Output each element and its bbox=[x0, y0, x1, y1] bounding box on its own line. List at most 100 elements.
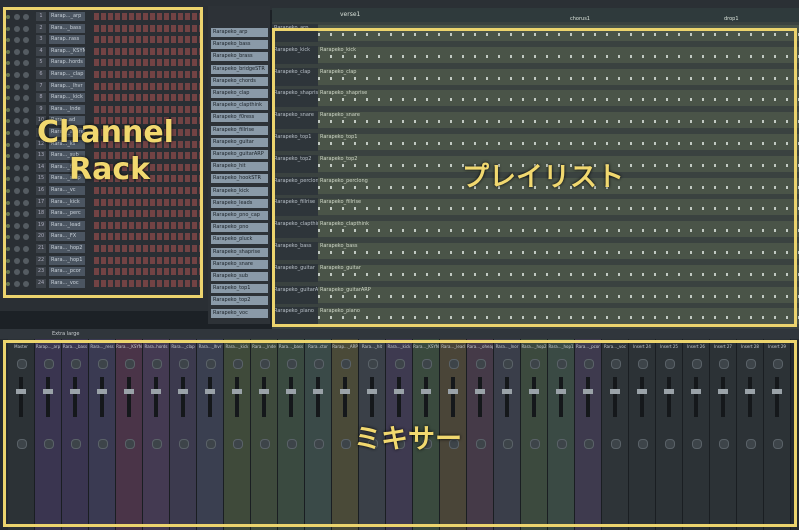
stereo-knob[interactable] bbox=[746, 439, 756, 449]
pan-knob[interactable] bbox=[14, 106, 20, 113]
pattern-item[interactable]: Rarapeko_clapthink bbox=[211, 101, 268, 111]
step-sequencer[interactable] bbox=[94, 210, 202, 218]
channel-number[interactable]: 2 bbox=[36, 23, 46, 33]
channel-number[interactable]: 24 bbox=[36, 278, 46, 288]
mixer-strip-label[interactable]: Rara..._lead bbox=[440, 344, 466, 349]
volume-knob[interactable] bbox=[23, 130, 29, 136]
volume-fader[interactable] bbox=[127, 377, 131, 417]
channel-name-button[interactable]: Rarap..hords bbox=[49, 58, 85, 68]
mixer-strip-label[interactable]: Rara..._bass bbox=[278, 344, 304, 349]
pan-knob[interactable] bbox=[14, 25, 20, 32]
pan-knob[interactable] bbox=[557, 359, 567, 369]
track-label[interactable]: Rarapeko_shaprise bbox=[272, 89, 318, 108]
step-sequencer[interactable] bbox=[94, 279, 202, 287]
fader-handle[interactable] bbox=[340, 389, 350, 394]
volume-knob[interactable] bbox=[23, 211, 29, 218]
channel-number[interactable]: 5 bbox=[36, 58, 46, 68]
mixer-strip-label[interactable]: Rara..._bass bbox=[62, 344, 88, 349]
fader-handle[interactable] bbox=[691, 389, 701, 394]
channel-name-button[interactable]: Rara..._voc bbox=[49, 278, 85, 288]
stereo-knob[interactable] bbox=[584, 439, 594, 449]
mixer-strip[interactable]: Rara..._oheap bbox=[467, 339, 494, 530]
mixer-size-label[interactable]: Extra large bbox=[52, 331, 79, 337]
pan-knob[interactable] bbox=[233, 359, 243, 369]
mixer-strip-label[interactable]: Rara..._KSYN bbox=[116, 344, 142, 349]
channel-name-button[interactable]: Rarap..rass bbox=[49, 35, 85, 45]
mixer-strip[interactable]: Rara..._lhvr bbox=[197, 339, 224, 530]
channel-row[interactable]: 23 Rara..._pcor bbox=[4, 267, 204, 277]
mixer-strip-label[interactable]: Rara..hords bbox=[143, 344, 169, 349]
pan-knob[interactable] bbox=[14, 14, 20, 20]
mixer-strip[interactable]: Insert 25 bbox=[656, 339, 683, 530]
mixer-strip-label[interactable]: Rara..._ress bbox=[89, 344, 115, 349]
mixer-strip[interactable]: Rara..._bass bbox=[62, 339, 89, 530]
pan-knob[interactable] bbox=[14, 199, 20, 206]
pan-knob[interactable] bbox=[395, 359, 405, 369]
pan-knob[interactable] bbox=[14, 37, 20, 44]
channel-number[interactable]: 14 bbox=[36, 162, 46, 172]
mixer-strip[interactable]: Rara..._bass bbox=[278, 339, 305, 530]
fader-handle[interactable] bbox=[259, 389, 269, 394]
channel-number[interactable]: 3 bbox=[36, 35, 46, 45]
fader-handle[interactable] bbox=[232, 389, 242, 394]
mixer-strip-label[interactable]: Insert 24 bbox=[629, 344, 655, 349]
volume-fader[interactable] bbox=[667, 377, 671, 417]
pan-knob[interactable] bbox=[14, 246, 20, 252]
volume-fader[interactable] bbox=[748, 377, 752, 417]
volume-fader[interactable] bbox=[73, 377, 77, 417]
channel-name-button[interactable]: Rara..._vc bbox=[49, 186, 85, 195]
pan-knob[interactable] bbox=[14, 280, 20, 287]
pan-knob[interactable] bbox=[14, 130, 20, 136]
mixer-strip-label[interactable]: Rarap..._arp bbox=[35, 344, 61, 349]
mixer-strip[interactable]: Rara..ctor bbox=[305, 339, 332, 530]
mute-led[interactable] bbox=[6, 258, 10, 263]
channel-row[interactable]: 17 Rara..._kick bbox=[4, 197, 204, 208]
channel-row[interactable]: 22 Rara..._hop1 bbox=[4, 255, 204, 266]
mixer-strip-label[interactable]: Rara..._KSYN bbox=[413, 344, 439, 349]
mute-led[interactable] bbox=[6, 131, 10, 135]
volume-fader[interactable] bbox=[316, 377, 320, 417]
channel-number[interactable]: 1 bbox=[36, 12, 46, 21]
stereo-knob[interactable] bbox=[503, 439, 513, 449]
track-label[interactable]: Rarapeko_piano bbox=[272, 307, 318, 326]
mute-led[interactable] bbox=[6, 177, 10, 182]
pan-knob[interactable] bbox=[611, 359, 621, 369]
mixer-strip-label[interactable]: Rara..._lnor bbox=[494, 344, 520, 349]
mixer-strip[interactable]: Rarap..._arp bbox=[35, 339, 62, 530]
step-sequencer[interactable] bbox=[94, 47, 202, 55]
track-label[interactable]: Rarapeko_fillrise bbox=[272, 198, 318, 217]
fader-handle[interactable] bbox=[529, 389, 539, 394]
mixer-strip-label[interactable]: Master bbox=[8, 344, 34, 349]
pan-knob[interactable] bbox=[14, 211, 20, 218]
channel-number[interactable]: 8 bbox=[36, 93, 46, 103]
stereo-knob[interactable] bbox=[611, 439, 621, 449]
track-lane[interactable] bbox=[318, 25, 799, 41]
step-sequencer[interactable] bbox=[94, 13, 202, 20]
mute-led[interactable] bbox=[6, 270, 10, 275]
volume-knob[interactable] bbox=[23, 83, 29, 90]
volume-knob[interactable] bbox=[23, 25, 29, 32]
volume-knob[interactable] bbox=[23, 199, 29, 206]
stereo-knob[interactable] bbox=[530, 439, 540, 449]
mute-led[interactable] bbox=[6, 212, 10, 217]
pan-knob[interactable] bbox=[14, 153, 20, 160]
channel-row[interactable]: 16 Rara..._vc bbox=[4, 186, 204, 196]
track-lane[interactable]: Rarapeko_bass bbox=[318, 243, 799, 259]
mixer-strip-label[interactable]: Rara..ctor bbox=[305, 344, 331, 349]
stereo-knob[interactable] bbox=[71, 439, 81, 449]
track-lane[interactable]: Rarapeko_fillrise bbox=[318, 199, 799, 216]
channel-name-button[interactable]: Rarap..._lhvr bbox=[49, 81, 85, 91]
mixer-strip[interactable]: Rara..._lnor bbox=[494, 339, 521, 530]
fader-handle[interactable] bbox=[151, 389, 161, 394]
stereo-knob[interactable] bbox=[773, 439, 783, 449]
channel-number[interactable]: 9 bbox=[36, 104, 46, 114]
mixer-strip[interactable]: Rara..hords bbox=[143, 339, 170, 530]
step-sequencer[interactable] bbox=[94, 268, 202, 276]
volume-knob[interactable] bbox=[23, 234, 29, 241]
volume-fader[interactable] bbox=[397, 377, 401, 417]
fader-handle[interactable] bbox=[637, 389, 647, 394]
stereo-knob[interactable] bbox=[692, 439, 702, 449]
channel-name-button[interactable]: Rara..._lead bbox=[49, 220, 85, 230]
mixer-strip-label[interactable]: Rara..._voc bbox=[602, 344, 628, 349]
mixer-strip-label[interactable]: Rarap..._ARP bbox=[332, 344, 358, 349]
